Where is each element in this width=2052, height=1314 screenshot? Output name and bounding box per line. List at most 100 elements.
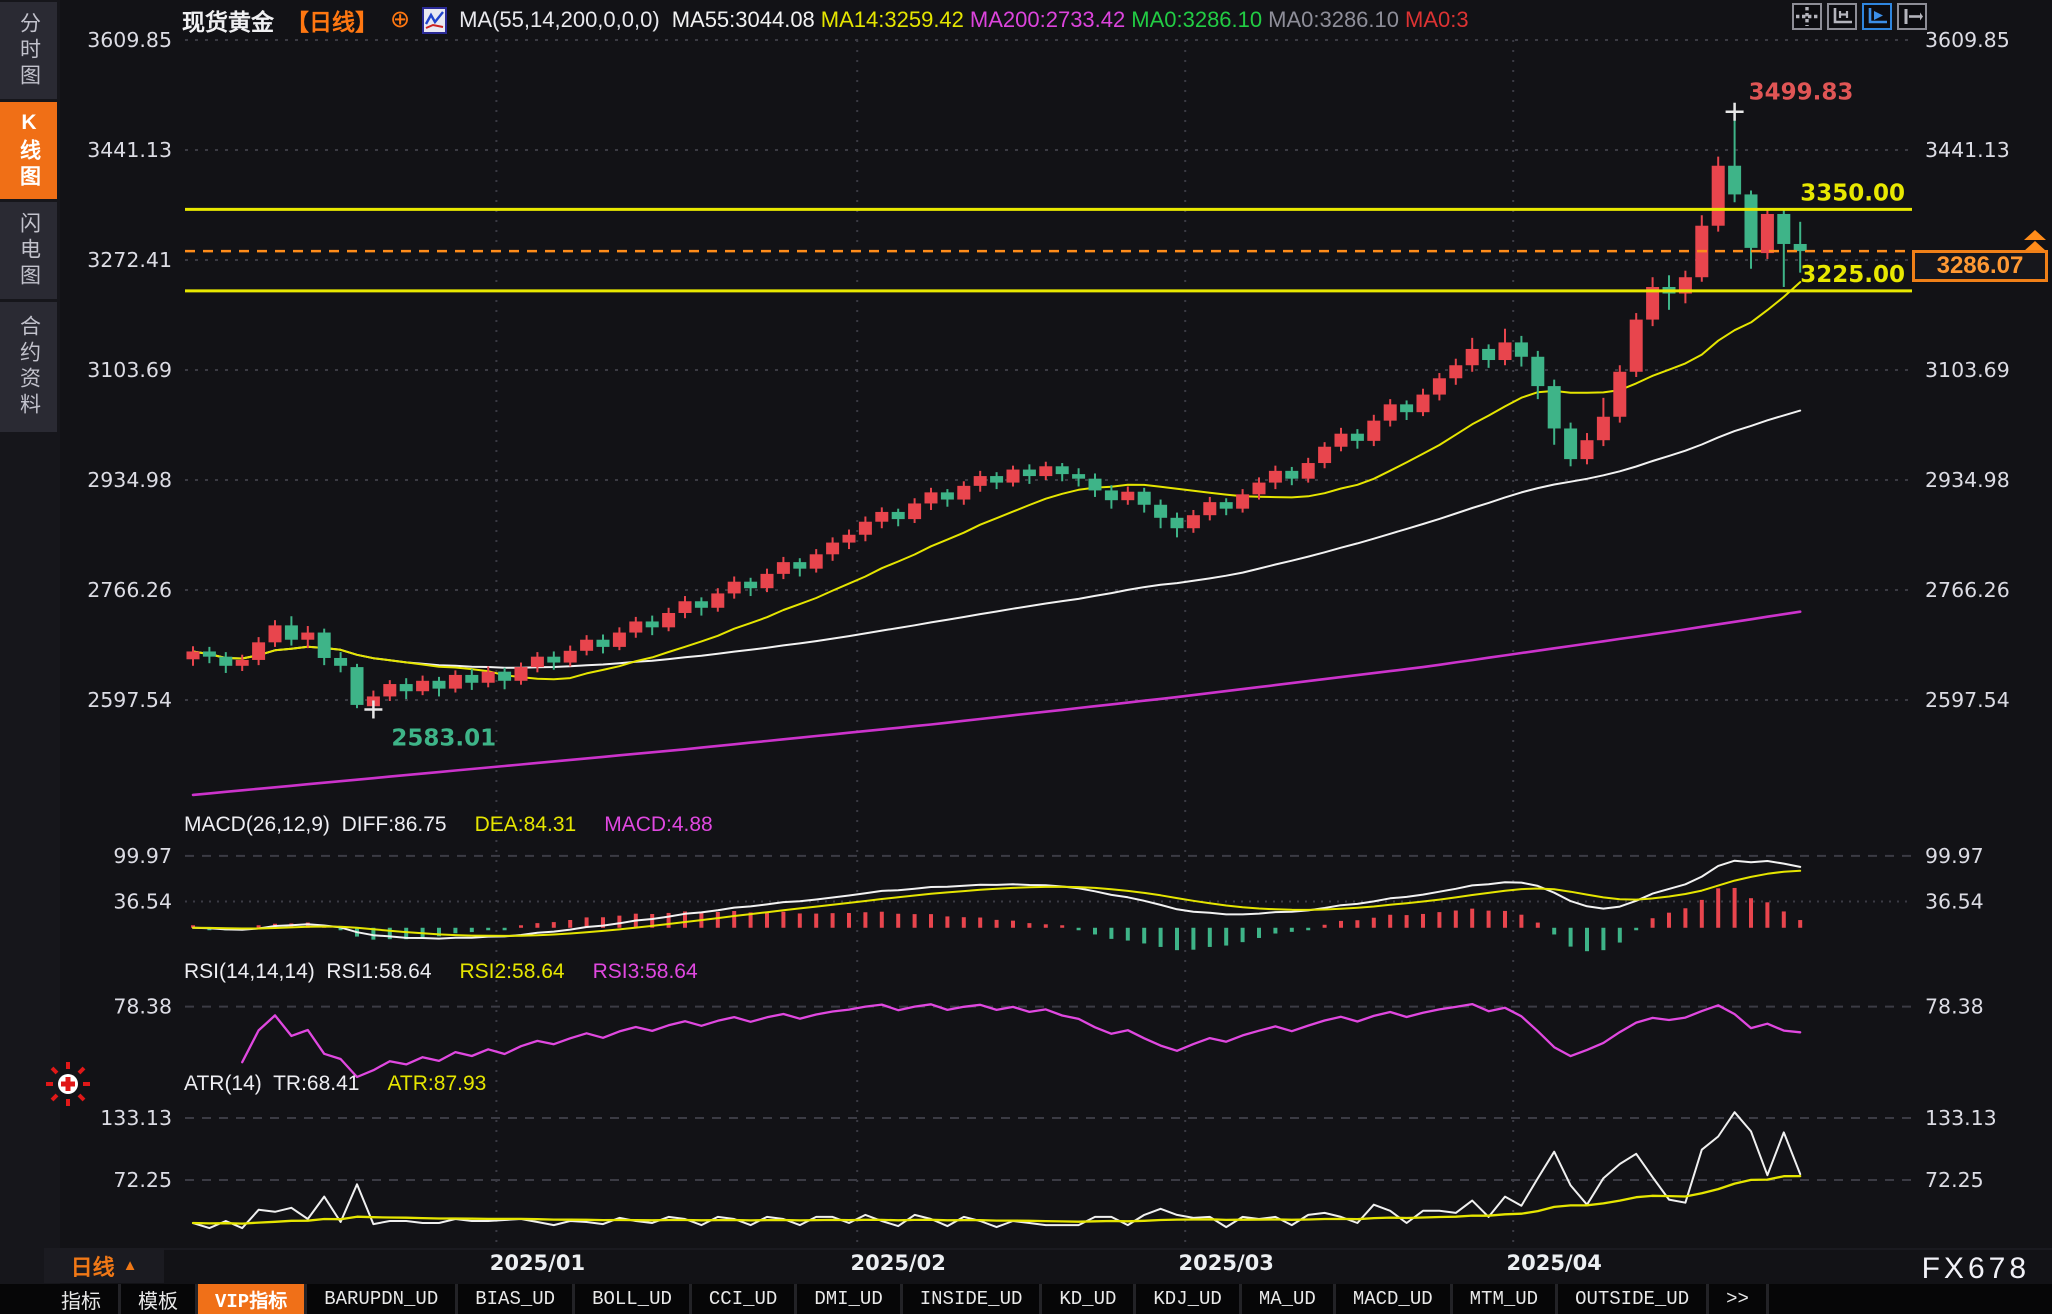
high-annotation: 3499.83 <box>1749 80 1854 106</box>
candle-body <box>662 613 675 627</box>
candle-body <box>1056 466 1069 474</box>
price-axis-label-right: 2934.98 <box>1925 468 2010 492</box>
toolbar-item-bias_ud[interactable]: BIAS_UD <box>458 1284 575 1314</box>
ma-value-5: MA0:3 <box>1405 7 1469 32</box>
candle-body <box>1089 479 1102 491</box>
candle-body <box>269 625 282 642</box>
candle-body <box>1384 404 1397 420</box>
candle-body <box>613 633 626 647</box>
toolbar-item-cci_ud[interactable]: CCI_UD <box>692 1284 797 1314</box>
chart-mini-icon[interactable] <box>422 7 447 34</box>
candle-body <box>826 543 839 555</box>
live-indicator-icon <box>44 1060 92 1108</box>
candle-body <box>1105 490 1118 500</box>
candle-body <box>777 562 790 574</box>
candle-body <box>383 684 396 696</box>
atr-value: ATR:87.93 <box>387 1072 486 1096</box>
toolbar-item-macd_ud[interactable]: MACD_UD <box>1336 1284 1453 1314</box>
candle-body <box>449 675 462 689</box>
candle-body <box>1728 166 1741 195</box>
ma-value-2: MA200:2733.42 <box>970 7 1125 32</box>
toolbar-item-[interactable]: 指标 <box>44 1284 121 1314</box>
atr-axis-label-right: 133.13 <box>1925 1106 1997 1130</box>
low-annotation: 2583.01 <box>391 725 496 751</box>
candle-body <box>1482 349 1495 360</box>
chart-header: 现货黄金 【日线】 ⊕ MA(55,14,200,0,0,0) MA55:304… <box>182 4 1475 36</box>
trading-app: 分时图K线图闪电图合约资料 3609.853609.853441.133441.… <box>0 0 2052 1314</box>
move-icon[interactable] <box>1792 3 1822 30</box>
candle-body <box>433 681 446 689</box>
candle-body <box>925 492 938 503</box>
macd-axis-label-right: 99.97 <box>1925 844 1984 868</box>
candle-body <box>219 657 232 666</box>
candle-body <box>843 535 856 543</box>
sidebar-item-2[interactable]: 闪电图 <box>0 202 57 299</box>
header-toolbar <box>1792 3 1927 30</box>
toolbar-item-barupdn_ud[interactable]: BARUPDN_UD <box>307 1284 458 1314</box>
candle-body <box>941 492 954 499</box>
candle-body <box>400 684 413 691</box>
candle-body <box>892 512 905 519</box>
axis-scale-icon[interactable] <box>1827 3 1857 30</box>
axis-play-icon[interactable] <box>1862 3 1892 30</box>
toolbar-item-kd_ud[interactable]: KD_UD <box>1042 1284 1136 1314</box>
rsi1-value: RSI1:58.64 <box>326 960 431 983</box>
candle-body <box>1138 492 1151 505</box>
price-axis-label-right: 3441.13 <box>1925 138 2010 162</box>
price-axis-label-left: 2597.54 <box>87 688 172 712</box>
toolbar-item-dmi_ud[interactable]: DMI_UD <box>797 1284 902 1314</box>
indicator-toolbar: 指标模板VIP指标BARUPDN_UDBIAS_UDBOLL_UDCCI_UDD… <box>0 1284 2052 1314</box>
toolbar-item-boll_ud[interactable]: BOLL_UD <box>575 1284 692 1314</box>
candle-body <box>1318 447 1331 463</box>
macd-title: MACD(26,12,9) <box>184 813 330 836</box>
toolbar-item-[interactable]: 模板 <box>121 1284 198 1314</box>
x-axis-label: 2025/02 <box>851 1251 946 1275</box>
price-axis-label-left: 2766.26 <box>87 578 172 602</box>
toolbar-item-mtm_ud[interactable]: MTM_UD <box>1453 1284 1558 1314</box>
candle-body <box>859 522 872 535</box>
toolbar-item-ma_ud[interactable]: MA_UD <box>1242 1284 1336 1314</box>
candle-body <box>1171 518 1184 528</box>
price-up-arrow-icon <box>2024 230 2046 251</box>
price-axis-label-left: 3103.69 <box>87 358 172 382</box>
current-price-value: 3286.07 <box>1937 252 2024 280</box>
rsi2-value: RSI2:58.64 <box>460 960 565 984</box>
candle-body <box>1203 502 1216 515</box>
x-axis-label: 2025/04 <box>1507 1251 1602 1275</box>
rsi-axis-label-left: 78.38 <box>113 995 172 1019</box>
candle-body <box>1515 342 1528 356</box>
candle-body <box>793 562 806 569</box>
candle-body <box>908 503 921 519</box>
price-axis-label-right: 3609.85 <box>1925 28 2010 52</box>
price-axis-label-left: 3441.13 <box>87 138 172 162</box>
toolbar-item-vip[interactable]: VIP指标 <box>198 1284 307 1314</box>
atr-line <box>193 1176 1800 1224</box>
candle-body <box>711 593 724 607</box>
target-icon[interactable]: ⊕ <box>390 8 410 32</box>
sidebar-item-0[interactable]: 分时图 <box>0 2 57 99</box>
candle-body <box>679 601 692 613</box>
atr-tr-line <box>193 1112 1800 1228</box>
candle-body <box>957 486 970 500</box>
candle-body <box>1433 378 1446 394</box>
candle-body <box>1220 502 1233 509</box>
timeframe-selector[interactable]: 日线 ▲ <box>44 1248 164 1283</box>
toolbar-item-outside_ud[interactable]: OUTSIDE_UD <box>1558 1284 1709 1314</box>
candle-body <box>564 651 577 663</box>
candle-body <box>416 681 429 691</box>
sidebar-item-3[interactable]: 合约资料 <box>0 302 57 432</box>
axis-shift-icon[interactable] <box>1897 3 1927 30</box>
price-axis-label-right: 3103.69 <box>1925 358 2010 382</box>
toolbar-item-[interactable]: >> <box>1709 1284 1769 1314</box>
toolbar-item-kdj_ud[interactable]: KDJ_UD <box>1136 1284 1241 1314</box>
support-label: 3225.00 <box>1800 262 1905 288</box>
sidebar-item-1[interactable]: K线图 <box>0 102 57 199</box>
candle-body <box>1499 342 1512 360</box>
candle-body <box>728 582 741 594</box>
timeframe-label: 日线 <box>71 1250 115 1282</box>
triangle-up-icon: ▲ <box>123 1257 138 1274</box>
candle-body <box>334 658 347 666</box>
candle-body <box>974 476 987 486</box>
period-tag[interactable]: 【日线】 <box>286 3 378 37</box>
toolbar-item-inside_ud[interactable]: INSIDE_UD <box>903 1284 1043 1314</box>
